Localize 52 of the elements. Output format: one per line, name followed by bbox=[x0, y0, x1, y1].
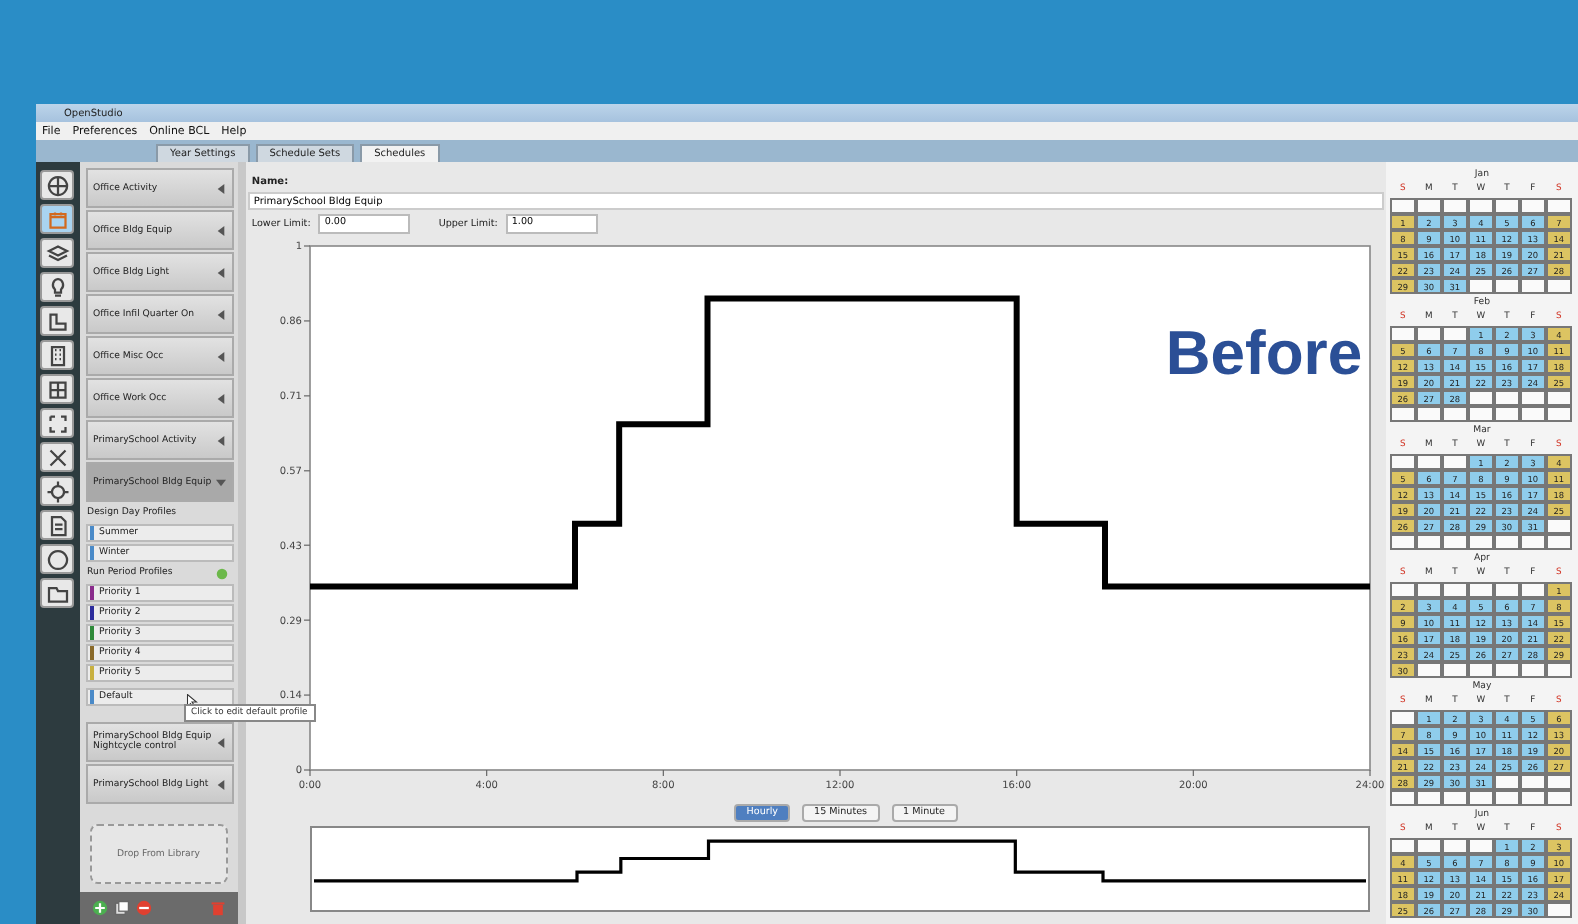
tool-button[interactable] bbox=[40, 476, 75, 506]
caret-left-icon bbox=[215, 393, 226, 403]
x-tick bbox=[839, 769, 841, 777]
grid-icon bbox=[45, 377, 70, 401]
calendar-icon bbox=[45, 207, 70, 231]
tool-button[interactable] bbox=[40, 306, 75, 336]
caret-left-icon bbox=[215, 267, 226, 277]
caret-left-icon bbox=[215, 779, 226, 789]
caret-left-icon bbox=[215, 183, 226, 193]
tool-button[interactable] bbox=[40, 170, 75, 200]
caret-left-icon bbox=[215, 351, 226, 361]
remove-icon[interactable] bbox=[135, 900, 152, 916]
tool-button[interactable] bbox=[40, 578, 75, 608]
caret-left-icon bbox=[215, 737, 226, 747]
tool-button[interactable] bbox=[40, 544, 75, 574]
y-tick bbox=[303, 619, 311, 621]
caret-left-icon bbox=[215, 225, 226, 235]
tool-button[interactable] bbox=[40, 374, 75, 404]
tool-button[interactable] bbox=[40, 442, 75, 472]
globe-icon bbox=[45, 173, 70, 197]
add-icon[interactable] bbox=[91, 900, 108, 916]
tool-button[interactable] bbox=[40, 272, 75, 302]
tool-button[interactable] bbox=[40, 238, 75, 268]
y-tick bbox=[303, 694, 311, 696]
tool-button[interactable] bbox=[40, 204, 75, 234]
y-tick bbox=[303, 544, 311, 546]
x-tick bbox=[1369, 769, 1371, 777]
y-tick bbox=[303, 470, 311, 472]
y-tick bbox=[303, 320, 311, 322]
tool-button[interactable] bbox=[40, 340, 75, 370]
y-tick bbox=[303, 395, 311, 397]
tool-button[interactable] bbox=[40, 408, 75, 438]
copy-icon[interactable] bbox=[113, 900, 130, 916]
layers-icon bbox=[45, 241, 70, 265]
document-icon bbox=[45, 513, 70, 537]
x-tick bbox=[662, 769, 664, 777]
x-tick bbox=[1015, 769, 1018, 777]
y-tick bbox=[303, 769, 311, 771]
x-tick bbox=[1192, 769, 1194, 777]
building-icon bbox=[45, 343, 70, 367]
schedule-line[interactable] bbox=[309, 295, 1370, 590]
caret-left-icon bbox=[215, 309, 226, 319]
caret-down-icon bbox=[215, 477, 226, 487]
y-tick bbox=[303, 245, 311, 247]
x-tick bbox=[485, 769, 488, 777]
caption: Before bbox=[1165, 318, 1363, 390]
x-tick bbox=[309, 769, 311, 777]
tool-button[interactable] bbox=[40, 510, 75, 540]
caret-left-icon bbox=[215, 435, 226, 445]
frame-icon bbox=[45, 411, 70, 435]
cross-icon bbox=[45, 445, 70, 469]
folder-icon bbox=[45, 581, 70, 605]
